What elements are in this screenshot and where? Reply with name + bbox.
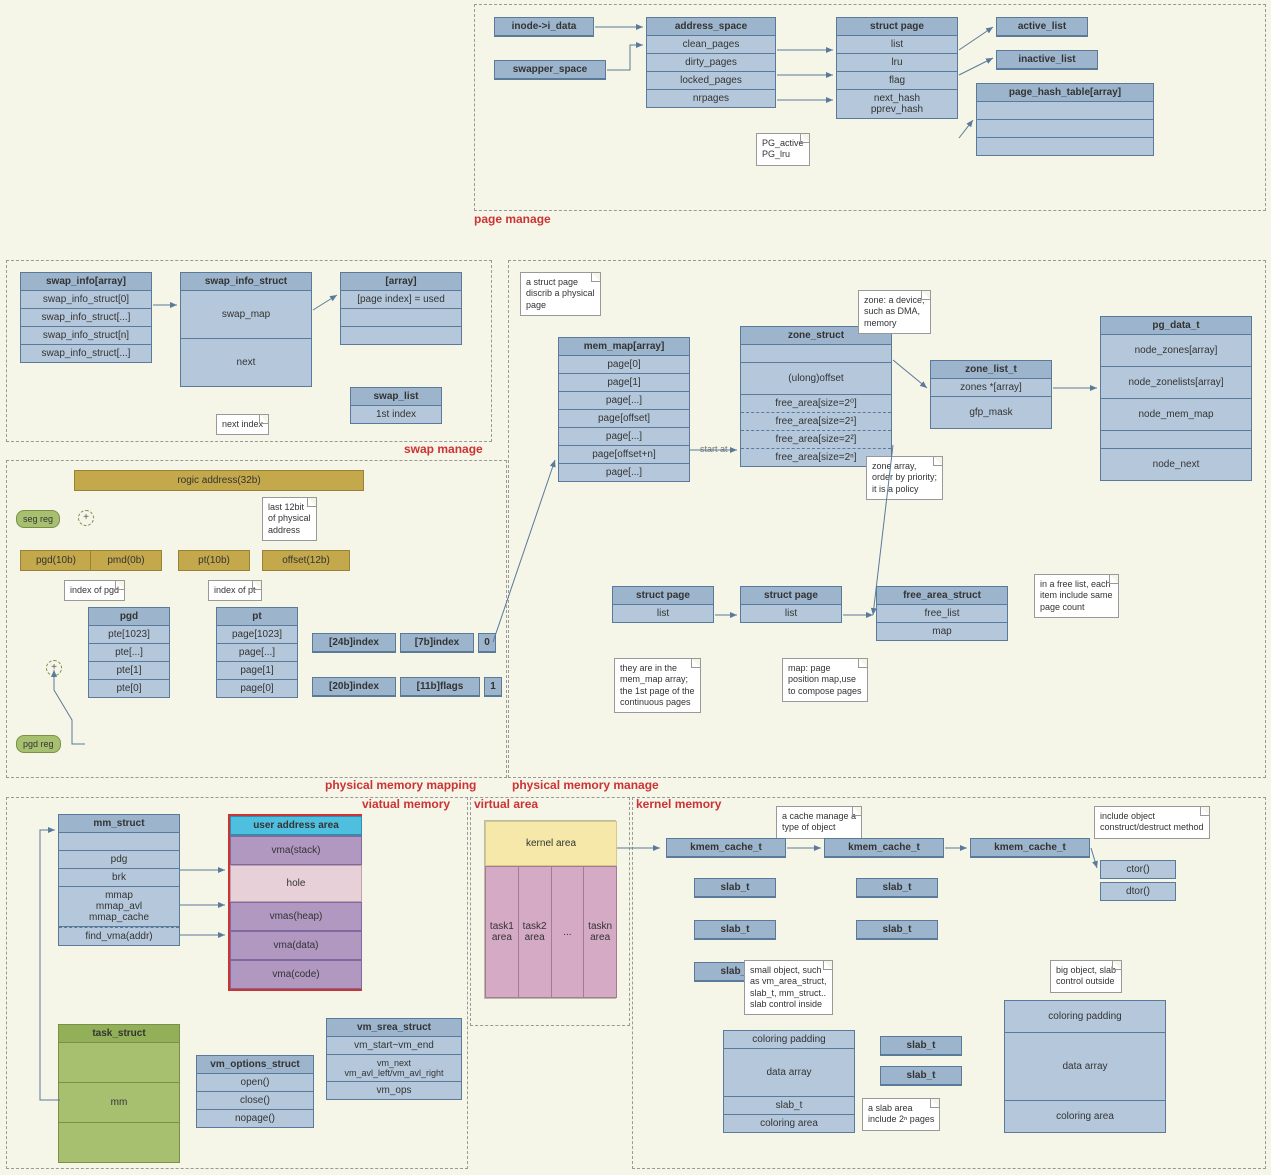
note-struct-page: a struct page discrib a physical page [520,272,601,316]
note-12b: last 12bit of physical address [262,497,317,541]
dtor-box: dtor() [1100,882,1176,901]
note-next-index: next index [216,414,269,435]
note-map: map: page position map,use to compose pa… [782,658,868,702]
seg-reg: seg reg [16,510,60,528]
pt10b: pt(10b) [178,550,250,571]
start-at: start at [700,444,728,454]
title-virtual-area: virtual area [474,797,538,811]
note-small: small object, such as vm_area_struct, sl… [744,960,833,1015]
offset12b: offset(12b) [262,550,350,571]
slab-3b: slab_t [880,1066,962,1086]
swap-info-array: swap_info[array] swap_info_struct[0] swa… [20,272,152,363]
big-obj-box: coloring padding data array coloring are… [1004,1000,1166,1133]
title-swap-manage: swap manage [404,442,483,456]
pgd-reg: pgd reg [16,735,61,753]
note-pg: PG_active PG_lru [756,133,810,166]
title-kernel-memory: kernel memory [636,797,721,811]
note-zone: zone: a device, such as DMA, memory [858,290,931,334]
zone-struct: zone_struct (ulong)offset free_area[size… [740,326,892,467]
title-phys-mapping: physical memory mapping [325,778,476,792]
slab-1b: slab_t [694,920,776,940]
struct-page-2: struct page list [740,586,842,623]
slab-3a: slab_t [880,1036,962,1056]
note-ipt: index of pt [208,580,262,601]
address-space: address_space clean_pages dirty_pages lo… [646,17,776,108]
plus-2: + [46,660,62,676]
zone-list-t: zone_list_t zones *[array] gfp_mask [930,360,1052,429]
kmem-1: kmem_cache_t [666,838,786,858]
note-big: big object, slab control outside [1050,960,1122,993]
note-sp: they are in the mem_map array; the 1st p… [614,658,701,713]
pg-data-t: pg_data_t node_zones[array] node_zonelis… [1100,316,1252,481]
note-free-list: in a free list, each item include same p… [1034,574,1119,618]
inactive-list: inactive_list [996,50,1098,70]
note-ctor: include object construct/destruct method [1094,806,1210,839]
title-phys-manage: physical memory manage [512,778,659,792]
rogic-address: rogic address(32b) [74,470,364,491]
slab-1a: slab_t [694,878,776,898]
mm-struct: mm_struct pdg brk mmap mmap_avl mmap_cac… [58,814,180,946]
inode-box: inode->i_data [494,17,594,37]
kmem-3: kmem_cache_t [970,838,1090,858]
page-hash-table: page_hash_table[array] [976,83,1154,156]
note-cache: a cache manage a type of object [776,806,862,839]
swap-list: swap_list 1st index [350,387,442,424]
slab-2a: slab_t [856,878,938,898]
task-struct: task_struct mm [58,1024,180,1163]
mem-map: mem_map[array] page[0] page[1] page[...]… [558,337,690,482]
pgd10b: pgd(10b) [20,550,92,571]
struct-page-top: struct page list lru flag next_hash ppre… [836,17,958,119]
free-area-struct: free_area_struct free_list map [876,586,1008,641]
plus-1: + [78,510,94,526]
slab-2b: slab_t [856,920,938,940]
note-slab-area: a slab area include 2ⁿ pages [862,1098,940,1131]
pt-table: pt page[1023] page[...] page[1] page[0] [216,607,298,698]
title-page-manage: page manage [474,212,551,226]
small-obj-box: coloring padding data array slab_t color… [723,1030,855,1133]
note-zone-arr: zone array, order by priority; it is a p… [866,456,943,500]
vm-srea-struct: vm_srea_struct vm_start~vm_end vm_next v… [326,1018,462,1100]
pte-row-1: [20b]index [11b]flags 1 [312,677,502,697]
pmd0b: pmd(0b) [90,550,162,571]
title-virtual-memory: viatual memory [362,797,450,811]
swap-info-struct: swap_info_struct swap_map next [180,272,312,387]
ctor-box: ctor() [1100,860,1176,879]
pte-row-0: [24b]index [7b]index 0 [312,633,496,653]
vm-options-struct: vm_options_struct open() close() nopage(… [196,1055,314,1128]
active-list: active_list [996,17,1088,37]
user-address-area: user address area vma(stack) hole vmas(h… [228,814,362,991]
pgd-table: pgd pte[1023] pte[...] pte[1] pte[0] [88,607,170,698]
virtual-area-box: kernel area task1 area task2 area ... ta… [484,820,616,999]
note-ipgd: index of pgd [64,580,125,601]
swap-array: [array] [page index] = used [340,272,462,345]
swapper-box: swapper_space [494,60,606,80]
kmem-2: kmem_cache_t [824,838,944,858]
struct-page-1: struct page list [612,586,714,623]
